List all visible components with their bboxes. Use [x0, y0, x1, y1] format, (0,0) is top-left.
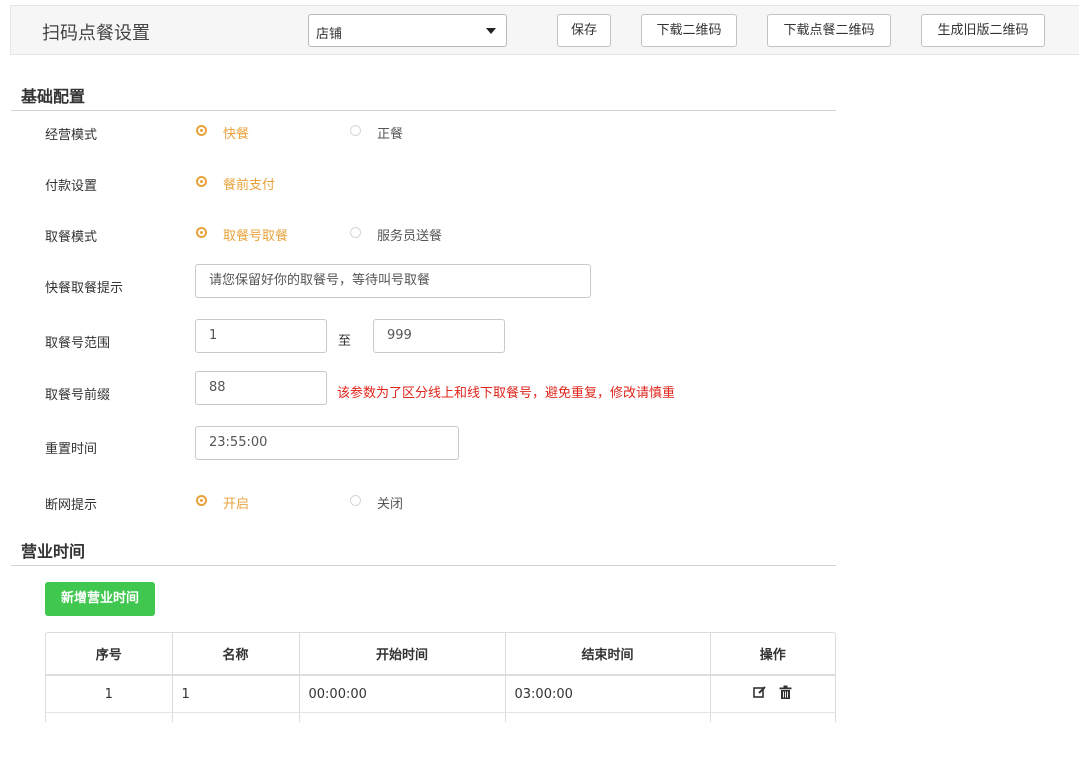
table-header-row: 序号 名称 开始时间 结束时间 操作: [46, 633, 835, 676]
business-hours-table: 序号 名称 开始时间 结束时间 操作 1 1 00:00:00 03:00:00: [45, 632, 836, 722]
radio-mode-fast[interactable]: [196, 125, 207, 136]
col-header-name: 名称: [172, 633, 300, 676]
edit-icon[interactable]: [753, 685, 767, 703]
tip-input[interactable]: 请您保留好你的取餐号，等待叫号取餐: [195, 264, 591, 298]
prefix-input[interactable]: 88: [195, 371, 327, 405]
radio-pickup-number[interactable]: [196, 227, 207, 238]
range-label: 取餐号范围: [45, 336, 111, 351]
radio-payment-prepay[interactable]: [196, 176, 207, 187]
chevron-down-icon: [486, 28, 496, 34]
cell-actions: [710, 675, 835, 713]
col-header-start: 开始时间: [299, 633, 506, 676]
payment-label: 付款设置: [45, 179, 98, 194]
section-divider: [11, 110, 836, 111]
cell-no: 1: [46, 675, 173, 713]
radio-pickup-waiter-label[interactable]: 服务员送餐: [377, 225, 442, 244]
reset-time-label: 重置时间: [45, 442, 98, 457]
radio-pickup-waiter[interactable]: [350, 227, 361, 238]
radio-payment-prepay-label[interactable]: 餐前支付: [223, 174, 275, 193]
range-from-input[interactable]: 1: [195, 319, 327, 353]
range-to-label: 至: [338, 334, 352, 349]
col-header-no: 序号: [46, 633, 173, 676]
trash-icon[interactable]: [779, 685, 792, 704]
offline-label: 断网提示: [45, 498, 98, 513]
page-title: 扫码点餐设置: [42, 23, 150, 44]
section-title-basic: 基础配置: [21, 87, 86, 106]
range-to-input[interactable]: 999: [373, 319, 505, 353]
download-order-qr-button[interactable]: 下载点餐二维码: [767, 14, 891, 47]
table-row: [46, 712, 835, 722]
cell-end: 03:00:00: [505, 675, 711, 713]
radio-pickup-number-label[interactable]: 取餐号取餐: [223, 225, 288, 244]
section-title-hours: 营业时间: [21, 542, 86, 561]
radio-offline-on[interactable]: [196, 495, 207, 506]
prefix-warning: 该参数为了区分线上和线下取餐号，避免重复，修改请慎重: [337, 386, 676, 401]
mode-label: 经营模式: [45, 128, 98, 143]
pickup-label: 取餐模式: [45, 230, 98, 245]
col-header-end: 结束时间: [505, 633, 711, 676]
radio-mode-formal[interactable]: [350, 125, 361, 136]
radio-mode-formal-label[interactable]: 正餐: [377, 123, 403, 142]
section-divider: [11, 565, 836, 566]
cell-start: 00:00:00: [299, 675, 506, 713]
top-toolbar: 扫码点餐设置 店铺 保存 下载二维码 下载点餐二维码 生成旧版二维码: [10, 5, 1079, 55]
download-qr-button[interactable]: 下载二维码: [641, 14, 737, 47]
reset-time-input[interactable]: 23:55:00: [195, 426, 459, 460]
generate-old-qr-button[interactable]: 生成旧版二维码: [921, 14, 1045, 47]
store-select[interactable]: 店铺: [308, 14, 507, 47]
cell-name: 1: [172, 675, 300, 713]
col-header-actions: 操作: [710, 633, 835, 676]
table-row: 1 1 00:00:00 03:00:00: [46, 675, 835, 713]
tip-label: 快餐取餐提示: [45, 281, 124, 296]
radio-mode-fast-label[interactable]: 快餐: [223, 123, 249, 142]
radio-offline-on-label[interactable]: 开启: [223, 493, 249, 512]
radio-offline-off[interactable]: [350, 495, 361, 506]
prefix-label: 取餐号前缀: [45, 388, 111, 403]
store-select-value: 店铺: [316, 27, 343, 42]
radio-offline-off-label[interactable]: 关闭: [377, 493, 403, 512]
save-button[interactable]: 保存: [557, 14, 611, 47]
add-business-hours-button[interactable]: 新增营业时间: [45, 582, 155, 616]
